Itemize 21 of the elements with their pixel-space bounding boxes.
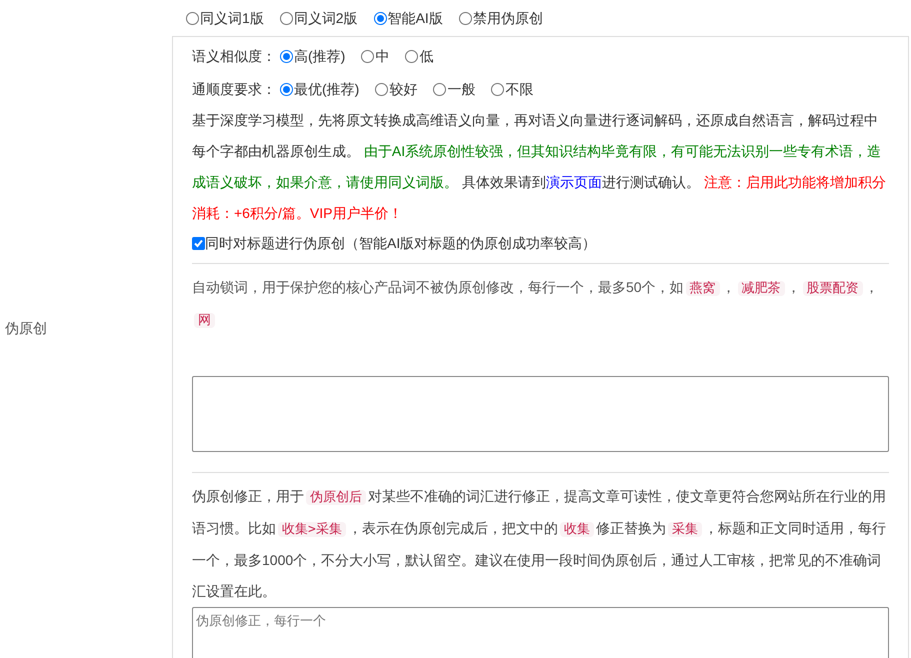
radio-option[interactable]: 禁用伪原创 [458, 8, 543, 28]
radio-option[interactable]: 一般 [433, 78, 476, 100]
radio-option[interactable]: 低 [405, 46, 434, 67]
description-text: 伪原创修正，用于 伪原创后 对某些不准确的词汇进行修正，提高文章可读性，使文章更符合您网站所在行业的用语习惯。比如 收集>采集 ，表示在伪原创完成后，把文中的 收集 修正替换为 采集 ，标题和正文同时适用，每行一个，最多1000个，不分大小写，默认留空。建议在使用一段时间伪原创后，通过人工审核，把常见的不准确词汇设置在此。 [192, 487, 887, 601]
radio-option[interactable]: 同义词1版 [186, 8, 264, 28]
radio-option[interactable]: 较好 [375, 78, 418, 100]
field-label: 通顺度要求： [192, 80, 276, 98]
radio-option[interactable]: 高(推荐) [280, 46, 346, 67]
field-label: 语义相似度： [192, 47, 276, 66]
description-text: 基于深度学习模型，先将原文转换成高维语义向量，再对语义向量进行逐词解码，还原成自然语言，解码过程中每个字都由机器原创生成。 由于AI系统原创性较强，但其知识结构毕竟有限，有可能无法识别一些专有术语，造成语义破坏，如果介意，请使用同义词版。 具体效果请到演示页面进行测试确认。 注意：启用此功能将增加积分消耗：+6积分/篇。VIP用户半价！ [192, 111, 887, 223]
radio-option[interactable]: 智能AI版 [374, 8, 443, 28]
text-area[interactable]: 伪原创修正，每行一个 [192, 607, 889, 658]
title-checkbox[interactable]: 同时对标题进行伪原创（智能AI版对标题的伪原创成功率较高） [192, 229, 889, 257]
description-text: 自动锁词，用于保护您的核心产品词不被伪原创修改，每行一个，最多50个，如 燕窝 ， 减肥茶 ， 股票配资 ， 网 [192, 278, 880, 330]
field-label: 伪原创 [5, 320, 47, 336]
radio-option[interactable]: 最优(推荐) [280, 78, 360, 100]
radio-option[interactable]: 不限 [491, 78, 534, 100]
demo-page-link[interactable]: 演示页面 [546, 174, 602, 190]
radio-option[interactable]: 同义词2版 [280, 8, 358, 28]
text-area[interactable] [192, 376, 889, 452]
radio-option[interactable]: 中 [361, 46, 390, 67]
